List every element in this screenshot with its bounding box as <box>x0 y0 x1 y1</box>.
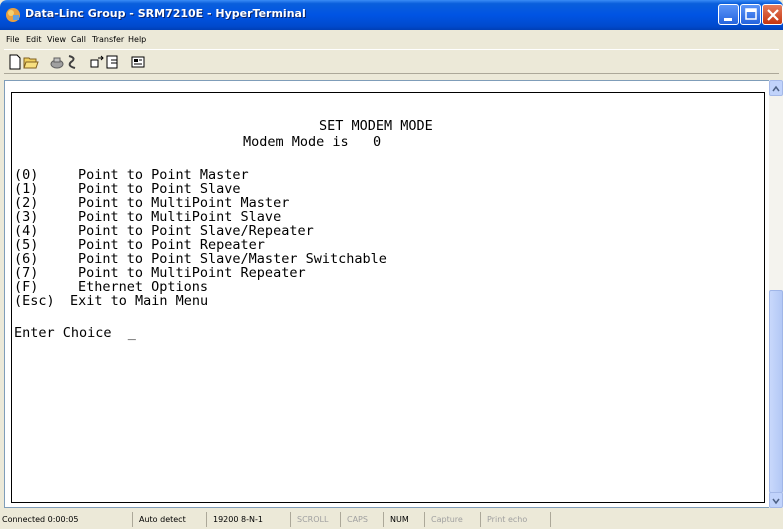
toolbar <box>4 49 779 74</box>
option-key: (Esc) <box>14 293 55 309</box>
minimize-icon <box>724 18 732 21</box>
title-bar[interactable]: Data-Linc Group - SRM7210E - HyperTermin… <box>0 0 783 30</box>
modem-mode-status: Modem Mode is 0 <box>243 134 382 150</box>
open-icon[interactable] <box>23 54 39 70</box>
scroll-up-button[interactable] <box>769 80 783 96</box>
scroll-indicator: SCROLL <box>295 512 341 527</box>
auto-detect-status: Auto detect <box>137 512 207 527</box>
scroll-up-icon <box>772 85 780 92</box>
num-indicator: NUM <box>388 512 425 527</box>
option-key: (1) <box>14 181 39 197</box>
menu-edit[interactable]: Edit <box>26 35 42 44</box>
scroll-down-button[interactable] <box>769 492 783 508</box>
option-label: Point to Point Slave <box>78 181 241 197</box>
minimize-button[interactable] <box>718 4 739 25</box>
maximize-icon <box>745 8 757 20</box>
connect-icon[interactable] <box>49 54 65 70</box>
scroll-down-icon <box>772 498 780 505</box>
window-title: Data-Linc Group - SRM7210E - HyperTermin… <box>25 7 306 20</box>
option-label: Point to Point Slave/Repeater <box>78 223 314 239</box>
option-key: (2) <box>14 195 39 211</box>
disconnect-icon[interactable] <box>65 54 81 70</box>
option-key: (0) <box>14 167 39 183</box>
option-label: Exit to Main Menu <box>70 293 209 309</box>
option-key: (3) <box>14 209 39 225</box>
option-key: (7) <box>14 265 39 281</box>
option-label: Point to MultiPoint Master <box>78 195 290 211</box>
port-settings: 19200 8-N-1 <box>211 512 291 527</box>
option-key: (5) <box>14 237 39 253</box>
status-bar: Connected 0:00:05 Auto detect 19200 8-N-… <box>0 510 783 529</box>
option-key: (4) <box>14 223 39 239</box>
menu-transfer[interactable]: Transfer <box>92 35 124 44</box>
menu-file[interactable]: File <box>6 35 19 44</box>
terminal-screen[interactable]: SET MODEM MODE Modem Mode is 0 (0) Point… <box>11 92 765 503</box>
menu-view[interactable]: View <box>47 35 66 44</box>
vertical-scrollbar[interactable] <box>769 80 783 508</box>
send-icon[interactable] <box>89 54 105 70</box>
menu-call[interactable]: Call <box>71 35 86 44</box>
scroll-thumb[interactable] <box>769 290 783 493</box>
screen-heading: SET MODEM MODE <box>319 118 433 134</box>
capture-indicator: Capture <box>429 512 481 527</box>
new-icon[interactable] <box>7 54 23 70</box>
properties-icon[interactable] <box>130 54 146 70</box>
close-button[interactable] <box>762 4 783 25</box>
menu-help[interactable]: Help <box>128 35 146 44</box>
option-key: (F) <box>14 279 39 295</box>
hyperterminal-app-icon[interactable] <box>5 7 21 23</box>
option-label: Point to MultiPoint Slave <box>78 209 282 225</box>
terminal-frame[interactable]: SET MODEM MODE Modem Mode is 0 (0) Point… <box>4 80 779 508</box>
option-label: Point to Point Repeater <box>78 237 265 253</box>
menu-bar: File Edit View Call Transfer Help <box>4 30 779 49</box>
print-echo-indicator: Print echo <box>485 512 551 527</box>
option-label: Point to Point Master <box>78 167 249 183</box>
option-key: (6) <box>14 251 39 267</box>
receive-icon[interactable] <box>105 54 121 70</box>
option-label: Ethernet Options <box>78 279 209 295</box>
caps-indicator: CAPS <box>345 512 384 527</box>
close-icon <box>767 9 779 21</box>
maximize-button[interactable] <box>740 4 761 25</box>
enter-choice-prompt[interactable]: Enter Choice _ <box>14 326 136 340</box>
option-label: Point to MultiPoint Repeater <box>78 265 306 281</box>
option-label: Point to Point Slave/Master Switchable <box>78 251 387 267</box>
connection-time: Connected 0:00:05 <box>0 512 133 527</box>
